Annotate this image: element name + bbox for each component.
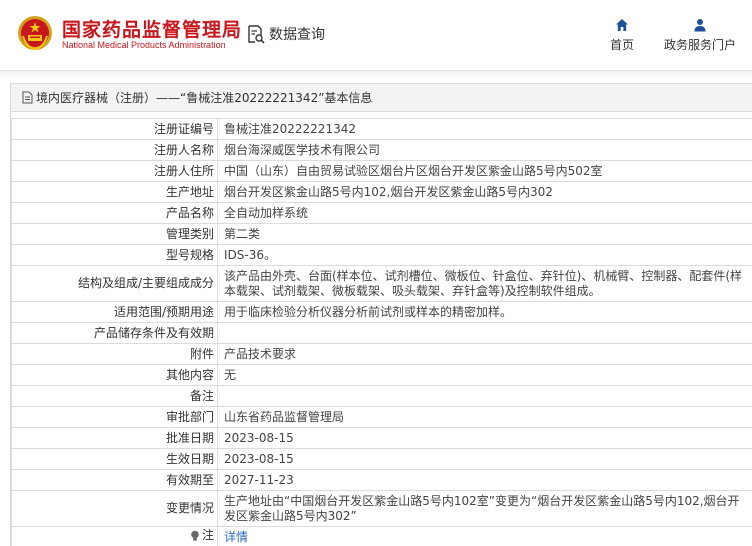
table-row: 生产地址 烟台开发区紫金山路5号内102,烟台开发区紫金山路5号内302 bbox=[11, 181, 752, 203]
field-value: 2023-08-15 bbox=[217, 448, 752, 470]
field-value: 生产地址由“中国烟台开发区紫金山路5号内102室”变更为“烟台开发区紫金山路5号… bbox=[217, 490, 752, 527]
table-row: 管理类别 第二类 bbox=[11, 223, 752, 245]
data-query-link[interactable]: 数据查询 bbox=[246, 23, 325, 45]
field-value: 2027-11-23 bbox=[217, 469, 752, 491]
field-value: 鲁械注准20222221342 bbox=[217, 118, 752, 140]
data-query-label: 数据查询 bbox=[269, 27, 325, 43]
field-value bbox=[217, 385, 752, 407]
field-label: 变更情况 bbox=[11, 490, 218, 527]
field-label: 注册人住所 bbox=[11, 160, 218, 182]
home-icon bbox=[616, 19, 628, 31]
site-header: 国家药品监督管理局 National Medical Products Admi… bbox=[0, 0, 752, 71]
field-label: 备注 bbox=[11, 385, 218, 407]
field-label: 管理类别 bbox=[11, 223, 218, 245]
field-value: 山东省药品监督管理局 bbox=[217, 406, 752, 428]
field-value: IDS-36。 bbox=[217, 244, 752, 266]
field-label: 注册人名称 bbox=[11, 139, 218, 161]
table-row: 附件 产品技术要求 bbox=[11, 343, 752, 365]
field-label: 产品名称 bbox=[11, 202, 218, 224]
field-label: 审批部门 bbox=[11, 406, 218, 428]
field-label: 结构及组成/主要组成成分 bbox=[11, 265, 218, 302]
field-value: 中国（山东）自由贸易试验区烟台片区烟台开发区紫金山路5号内502室 bbox=[217, 160, 752, 182]
table-row: 适用范围/预期用途 用于临床检验分析仪器分析前试剂或样本的精密加样。 bbox=[11, 301, 752, 323]
field-label: 注册证编号 bbox=[11, 118, 218, 140]
field-value: 第二类 bbox=[217, 223, 752, 245]
table-row: 备注 bbox=[11, 385, 752, 407]
field-label: 生产地址 bbox=[11, 181, 218, 203]
details-link[interactable]: 详情 bbox=[224, 530, 248, 544]
bulb-icon bbox=[191, 530, 199, 541]
note-value-cell: 详情 bbox=[217, 526, 752, 546]
table-row: 注册人住所 中国（山东）自由贸易试验区烟台片区烟台开发区紫金山路5号内502室 bbox=[11, 160, 752, 182]
note-label-cell: 注 bbox=[11, 526, 218, 546]
nav-home[interactable]: 首页 bbox=[610, 18, 634, 53]
field-label: 有效期至 bbox=[11, 469, 218, 491]
field-label: 批准日期 bbox=[11, 427, 218, 449]
table-row: 审批部门 山东省药品监督管理局 bbox=[11, 406, 752, 428]
field-label: 产品储存条件及有效期 bbox=[11, 322, 218, 344]
note-label: 注 bbox=[201, 528, 214, 543]
panel-title: 境内医疗器械（注册）——“鲁械注准20222221342”基本信息 bbox=[36, 91, 373, 105]
table-row: 有效期至 2027-11-23 bbox=[11, 469, 752, 491]
table-row: 批准日期 2023-08-15 bbox=[11, 427, 752, 449]
table-row: 产品名称 全自动加样系统 bbox=[11, 202, 752, 224]
table-row: 注册人名称 烟台海深威医学技术有限公司 bbox=[11, 139, 752, 161]
nav-gov-service[interactable]: 政务服务门户 bbox=[664, 18, 736, 53]
user-icon bbox=[694, 19, 706, 32]
table-row: 产品储存条件及有效期 bbox=[11, 322, 752, 344]
field-value bbox=[217, 322, 752, 344]
site-subtitle: National Medical Products Administration bbox=[62, 40, 226, 50]
field-value: 2023-08-15 bbox=[217, 427, 752, 449]
field-label: 附件 bbox=[11, 343, 218, 365]
field-value: 烟台海深威医学技术有限公司 bbox=[217, 139, 752, 161]
nav-gov-service-label: 政务服务门户 bbox=[664, 38, 737, 52]
field-label: 适用范围/预期用途 bbox=[11, 301, 218, 323]
detail-table: 注册证编号 鲁械注准20222221342 注册人名称 烟台海深威医学技术有限公司 注册… bbox=[11, 118, 752, 546]
table-row: 注册证编号 鲁械注准20222221342 bbox=[11, 118, 752, 140]
table-row: 变更情况 生产地址由“中国烟台开发区紫金山路5号内102室”变更为“烟台开发区紫金… bbox=[11, 490, 752, 527]
table-row: 结构及组成/主要组成成分 该产品由外壳、台面(样本位、试剂槽位、微板位、针盒位、弃… bbox=[11, 265, 752, 302]
national-emblem-icon bbox=[18, 16, 52, 51]
field-value: 无 bbox=[217, 364, 752, 386]
field-value: 全自动加样系统 bbox=[217, 202, 752, 224]
nav-home-label: 首页 bbox=[610, 38, 635, 52]
document-icon bbox=[22, 91, 33, 104]
site-title[interactable]: 国家药品监督管理局 bbox=[62, 15, 242, 42]
field-label: 生效日期 bbox=[11, 448, 218, 470]
field-value: 该产品由外壳、台面(样本位、试剂槽位、微板位、针盒位、弃针位)、机械臂、控制器、… bbox=[217, 265, 752, 302]
document-search-icon bbox=[248, 25, 265, 44]
field-label: 型号规格 bbox=[11, 244, 218, 266]
field-value: 烟台开发区紫金山路5号内102,烟台开发区紫金山路5号内302 bbox=[217, 181, 752, 203]
field-label: 其他内容 bbox=[11, 364, 218, 386]
panel-header: 境内医疗器械（注册）——“鲁械注准20222221342”基本信息 bbox=[11, 84, 752, 112]
field-value: 产品技术要求 bbox=[217, 343, 752, 365]
header-shadow bbox=[0, 71, 752, 79]
table-row: 型号规格 IDS-36。 bbox=[11, 244, 752, 266]
table-row: 生效日期 2023-08-15 bbox=[11, 448, 752, 470]
field-value: 用于临床检验分析仪器分析前试剂或样本的精密加样。 bbox=[217, 301, 752, 323]
table-row: 其他内容无 bbox=[11, 364, 752, 386]
table-row-note: 注详情 bbox=[11, 526, 752, 546]
detail-panel: 境内医疗器械（注册）——“鲁械注准20222221342”基本信息 注册证编号鲁… bbox=[10, 83, 752, 546]
